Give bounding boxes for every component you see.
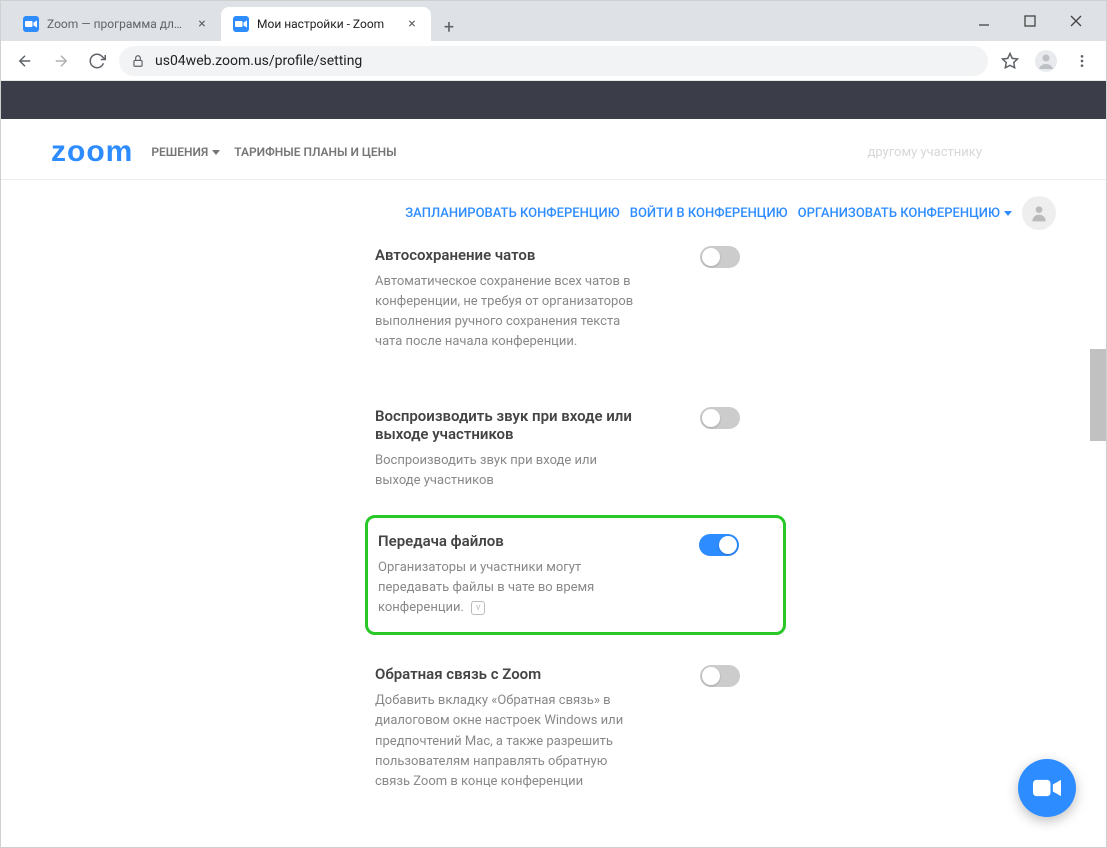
toggle-sound[interactable] — [700, 407, 740, 429]
lock-icon — [131, 54, 145, 68]
tab-title: Zoom — программа для конфе — [47, 17, 187, 31]
profile-avatar-icon[interactable] — [1032, 47, 1060, 75]
new-tab-button[interactable]: + — [435, 13, 463, 41]
setting-join-leave-sound: Воспроизводить звук при входе или выходе… — [375, 377, 786, 515]
top-dark-banner — [1, 81, 1106, 119]
site-header: zoom РЕШЕНИЯ ТАРИФНЫЕ ПЛАНЫ И ЦЕНЫ друго… — [1, 119, 1106, 179]
setting-description: Воспроизводить звук при входе или выходе… — [375, 451, 635, 491]
browser-window: Zoom — программа для конфе × Мои настрой… — [0, 0, 1107, 848]
faded-overlay-text: другому участнику — [867, 145, 982, 160]
setting-title: Обратная связь с Zoom — [375, 665, 635, 683]
chevron-down-icon — [212, 150, 220, 155]
setting-title: Автосохранение чатов — [375, 246, 635, 264]
nav-forward-button[interactable] — [47, 47, 75, 75]
site-nav: РЕШЕНИЯ ТАРИФНЫЕ ПЛАНЫ И ЦЕНЫ — [151, 145, 396, 159]
info-badge-icon[interactable]: v — [471, 601, 485, 615]
toggle-file-transfer[interactable] — [699, 534, 739, 556]
settings-list: Автосохранение чатов Автоматическое сохр… — [1, 246, 1106, 816]
nav-back-button[interactable] — [11, 47, 39, 75]
close-button[interactable] — [1064, 9, 1088, 33]
nav-pricing[interactable]: ТАРИФНЫЕ ПЛАНЫ И ЦЕНЫ — [234, 145, 396, 159]
zoom-float-button[interactable] — [1018, 759, 1076, 817]
setting-feedback: Обратная связь с Zoom Добавить вкладку «… — [375, 635, 786, 816]
host-meeting-link[interactable]: ОРГАНИЗОВАТЬ КОНФЕРЕНЦИЮ — [798, 206, 1012, 221]
zoom-favicon-icon — [233, 16, 249, 32]
tab-close-icon[interactable]: × — [195, 17, 209, 31]
browser-tab-inactive[interactable]: Zoom — программа для конфе × — [11, 7, 221, 41]
zoom-logo[interactable]: zoom — [51, 135, 133, 169]
bookmark-star-icon[interactable] — [996, 47, 1024, 75]
toggle-autosave[interactable] — [700, 246, 740, 268]
setting-title: Передача файлов — [378, 532, 638, 550]
chevron-down-icon — [1004, 211, 1012, 216]
setting-file-transfer: Передача файлов Организаторы и участники… — [365, 515, 786, 635]
browser-tab-active[interactable]: Мои настройки - Zoom × — [221, 7, 431, 41]
page-content: zoom РЕШЕНИЯ ТАРИФНЫЕ ПЛАНЫ И ЦЕНЫ друго… — [1, 81, 1106, 847]
window-controls — [954, 9, 1106, 33]
kebab-menu-icon[interactable] — [1068, 47, 1096, 75]
setting-autosave-chats: Автосохранение чатов Автоматическое сохр… — [375, 246, 786, 377]
address-bar: us04web.zoom.us/profile/setting — [1, 41, 1106, 81]
setting-description: Автоматическое сохранение всех чатов в к… — [375, 272, 635, 353]
user-avatar[interactable] — [1022, 196, 1056, 230]
tab-title: Мои настройки - Zoom — [257, 17, 397, 31]
minimize-button[interactable] — [972, 9, 996, 33]
meeting-actions: ЗАПЛАНИРОВАТЬ КОНФЕРЕНЦИЮ ВОЙТИ В КОНФЕР… — [1, 180, 1106, 246]
join-meeting-link[interactable]: ВОЙТИ В КОНФЕРЕНЦИЮ — [630, 206, 788, 221]
toggle-feedback[interactable] — [700, 665, 740, 687]
tab-close-icon[interactable]: × — [405, 17, 419, 31]
schedule-meeting-link[interactable]: ЗАПЛАНИРОВАТЬ КОНФЕРЕНЦИЮ — [405, 206, 620, 221]
url-text: us04web.zoom.us/profile/setting — [155, 53, 362, 69]
setting-description: Добавить вкладку «Обратная связь» в диал… — [375, 691, 635, 792]
nav-reload-button[interactable] — [83, 47, 111, 75]
url-field[interactable]: us04web.zoom.us/profile/setting — [119, 46, 988, 76]
maximize-button[interactable] — [1018, 9, 1042, 33]
setting-title: Воспроизводить звук при входе или выходе… — [375, 407, 635, 443]
setting-description: Организаторы и участники могут передават… — [378, 558, 638, 618]
titlebar: Zoom — программа для конфе × Мои настрой… — [1, 1, 1106, 41]
nav-solutions[interactable]: РЕШЕНИЯ — [151, 145, 220, 159]
zoom-favicon-icon — [23, 16, 39, 32]
tabs-area: Zoom — программа для конфе × Мои настрой… — [1, 1, 954, 41]
scrollbar-thumb[interactable] — [1090, 349, 1106, 441]
